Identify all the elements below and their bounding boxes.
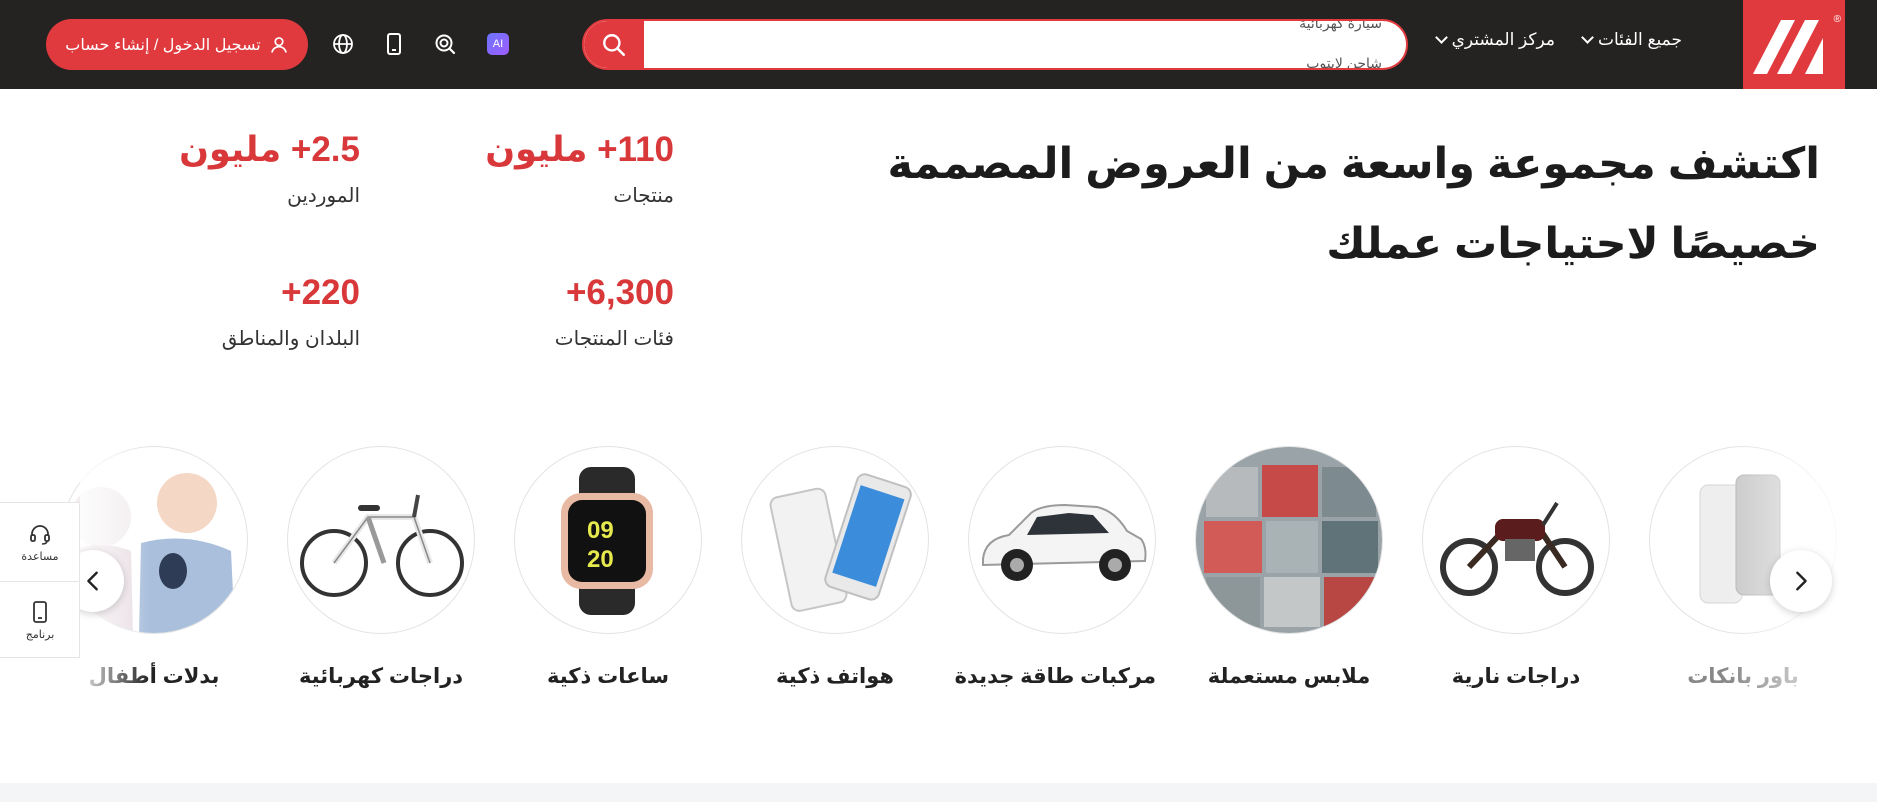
e-bike-image (287, 446, 475, 634)
stat-value: 6,300+ (565, 273, 674, 312)
chevron-left-icon (87, 571, 98, 591)
chevron-right-icon (1796, 571, 1807, 591)
stat-value: 220+ (281, 273, 360, 312)
side-floating-panel: مساعدة برنامج (0, 502, 80, 658)
search-suggestion: سيارة كهربائية (1299, 21, 1382, 31)
app-label: برنامج (25, 629, 55, 641)
rfq-button[interactable] (431, 30, 459, 58)
category-label: ملابس مستعملة (1207, 665, 1371, 688)
category-label: ساعات ذكية (546, 665, 669, 688)
carousel-next-button[interactable] (1770, 550, 1832, 612)
mobile-phone-icon (33, 601, 47, 623)
category-motorcycles[interactable]: دراجات نارية (1422, 446, 1610, 689)
top-header: ® جميع الفئات مركز المشتري سيارة كهربائي… (0, 0, 1877, 89)
search-button[interactable] (584, 21, 644, 68)
site-logo[interactable]: ® (1743, 0, 1845, 89)
registered-mark: ® (1833, 14, 1841, 25)
ai-assistant-icon: AI (487, 33, 509, 55)
motorcycle-image (1422, 446, 1610, 634)
mobile-phone-icon (387, 33, 401, 55)
search-bar[interactable]: سيارة كهربائية شاحن لابتوب (582, 19, 1408, 70)
login-signup-label: تسجيل الدخول / إنشاء حساب (65, 36, 261, 54)
category-electric-bikes[interactable]: دراجات كهربائية (287, 446, 475, 689)
user-icon (270, 36, 287, 53)
search-icon (603, 33, 626, 56)
ai-assistant-button[interactable]: AI (484, 30, 512, 58)
category-smartwatches[interactable]: 09 20 ساعات ذكية (514, 446, 702, 689)
stat-label: فئات المنتجات (554, 328, 674, 350)
mobile-app-button[interactable] (380, 30, 408, 58)
login-signup-button[interactable]: تسجيل الدخول / إنشاء حساب (46, 19, 308, 70)
nav-all-categories[interactable]: جميع الفئات (1581, 30, 1682, 50)
stat-categories: 6,300+ فئات المنتجات (374, 273, 674, 351)
stat-label: منتجات (613, 185, 674, 207)
headset-icon (30, 524, 50, 545)
category-used-clothes[interactable]: ملابس مستعملة (1195, 446, 1383, 689)
category-smartphones[interactable]: هواتف ذكية (741, 446, 929, 689)
nav-buyer-center-label: مركز المشتري (1451, 30, 1555, 49)
watch-hours: 09 (587, 517, 614, 544)
nav-buyer-center[interactable]: مركز المشتري (1434, 30, 1555, 50)
category-label: مركبات طاقة جديدة (954, 665, 1156, 688)
chevron-down-icon (1581, 30, 1594, 44)
search-suggestion: شاحن لابتوب (1306, 55, 1382, 68)
category-label: دراجات كهربائية (298, 665, 464, 688)
stat-value: 2.5+ مليون (179, 130, 360, 169)
hero-title: اكتشف مجموعة واسعة من العروض المصممة خصي… (887, 140, 1820, 268)
globe-icon (333, 34, 353, 54)
category-label: هواتف ذكية (776, 665, 894, 688)
stat-countries: 220+ البلدان والمناطق (60, 273, 360, 351)
watch-minutes: 20 (587, 546, 614, 573)
stat-suppliers: 2.5+ مليون الموردين (60, 130, 360, 208)
language-button[interactable] (329, 30, 357, 58)
app-download-button[interactable]: برنامج (0, 581, 80, 659)
help-button[interactable]: مساعدة (0, 503, 80, 581)
help-label: مساعدة (21, 550, 59, 563)
smartwatch-image: 09 20 (514, 446, 702, 634)
stat-label: الموردين (287, 185, 360, 207)
smartphone-image (741, 446, 929, 634)
logo-mark-icon (1753, 20, 1823, 74)
stat-products: 110+ مليون منتجات (374, 130, 674, 208)
target-search-icon (435, 34, 456, 55)
clothes-bales-image (1195, 446, 1383, 634)
category-label: دراجات نارية (1451, 665, 1581, 688)
nav-all-categories-label: جميع الفئات (1597, 30, 1682, 49)
search-input[interactable]: سيارة كهربائية شاحن لابتوب (982, 21, 1382, 68)
next-section-edge (0, 783, 1877, 802)
chevron-down-icon (1434, 30, 1448, 44)
stat-value: 110+ مليون (485, 130, 674, 169)
category-new-energy-vehicles[interactable]: مركبات طاقة جديدة (954, 446, 1156, 689)
stat-label: البلدان والمناطق (221, 328, 360, 350)
electric-car-image (968, 446, 1156, 634)
